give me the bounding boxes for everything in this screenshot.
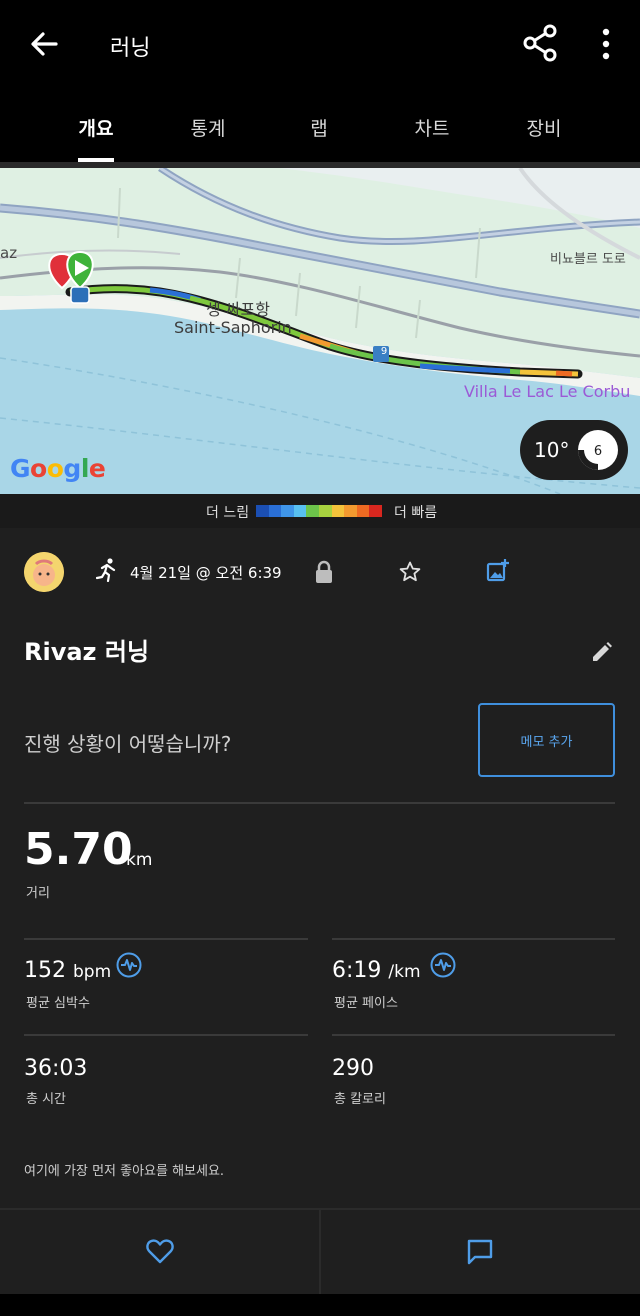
pace-color-swatch <box>356 505 370 517</box>
map-label-edge: az <box>0 244 18 262</box>
tab-laps[interactable]: 랩 <box>279 114 359 141</box>
pace-color-swatch <box>256 505 269 517</box>
heart-rate-unit: bpm <box>73 962 112 982</box>
back-arrow-icon[interactable] <box>26 26 62 62</box>
map-label-road: 비뇨블르 도로 <box>550 252 626 267</box>
pace-color-swatch <box>281 505 294 517</box>
pace-color-swatch <box>268 505 282 517</box>
tab-bar: 개요 통계 랩 차트 장비 <box>0 88 640 162</box>
divider <box>24 938 308 940</box>
pace-color-swatch <box>331 505 345 517</box>
pace-color-scale <box>256 505 382 517</box>
tab-gear[interactable]: 장비 <box>504 114 584 141</box>
pulse-icon[interactable] <box>430 952 456 978</box>
activity-title: Rivaz 러닝 <box>24 638 150 666</box>
temperature: 10° <box>534 438 570 462</box>
google-logo: Google <box>10 454 106 483</box>
pace-label: 평균 페이스 <box>334 996 398 1011</box>
activity-date: 4월 21일 @ 오전 6:39 <box>130 564 282 582</box>
pace-color-swatch <box>306 505 319 517</box>
pencil-icon[interactable] <box>590 640 614 664</box>
pace-color-swatch <box>318 505 332 517</box>
pace-color-swatch <box>369 505 382 517</box>
divider <box>24 802 615 804</box>
heart-rate-stat: 152 bpm <box>24 958 111 983</box>
route-map[interactable]: az 비뇨블르 도로 셍 싸포항 Saint-Saphorin 9 Villa … <box>0 168 640 494</box>
tab-stats[interactable]: 통계 <box>168 114 248 141</box>
heart-rate-label: 평균 심박수 <box>26 996 90 1011</box>
pace-stat: 6:19 /km <box>332 958 421 983</box>
map-route-number: 9 <box>380 346 388 357</box>
star-icon[interactable] <box>398 560 422 584</box>
tab-charts[interactable]: 차트 <box>392 114 472 141</box>
pace-color-swatch <box>293 505 307 517</box>
total-time-label: 총 시간 <box>26 1092 67 1107</box>
system-nav-bar <box>0 1294 640 1316</box>
heart-rate-value: 152 <box>24 958 66 983</box>
distance-label: 거리 <box>26 886 50 901</box>
pulse-icon[interactable] <box>116 952 142 978</box>
comment-icon[interactable] <box>466 1238 494 1266</box>
divider <box>319 1210 321 1296</box>
total-time-value: 36:03 <box>24 1056 88 1081</box>
like-prompt: 여기에 가장 먼저 좋아요를 해보세요. <box>24 1164 225 1179</box>
add-memo-button[interactable]: 메모 추가 <box>478 703 615 777</box>
top-app-bar: 러닝 <box>0 0 640 88</box>
pace-color-swatch <box>344 505 357 517</box>
calories-value: 290 <box>332 1056 374 1081</box>
share-icon[interactable] <box>522 24 558 62</box>
lock-icon[interactable] <box>314 560 334 584</box>
add-photo-icon[interactable] <box>486 558 510 584</box>
map-label-place: Saint-Saphorin <box>174 318 292 337</box>
pace-value: 6:19 <box>332 958 382 983</box>
more-vertical-icon[interactable] <box>594 26 618 62</box>
legend-fast-label: 더 빠름 <box>394 505 438 521</box>
divider <box>332 938 615 940</box>
divider <box>24 1034 308 1036</box>
pace-legend: 더 느림 더 빠름 <box>0 494 640 528</box>
divider <box>332 1034 615 1036</box>
wind-speed: 6 <box>594 444 602 459</box>
avatar[interactable] <box>24 552 64 592</box>
distance-unit: km <box>126 850 153 870</box>
progress-prompt: 진행 상황이 어떻습니까? <box>24 732 232 756</box>
running-icon <box>96 558 116 582</box>
tab-overview[interactable]: 개요 <box>56 114 136 141</box>
heart-icon[interactable] <box>146 1238 174 1264</box>
bottom-action-bar <box>0 1208 640 1296</box>
distance-value: 5.70 <box>24 824 133 875</box>
wind-gauge-icon: 6 <box>578 430 618 470</box>
activity-summary: 4월 21일 @ 오전 6:39 Rivaz 러닝 진행 상황이 어떻습니까? … <box>0 528 640 1208</box>
weather-badge: 10° 6 <box>520 420 628 480</box>
calories-label: 총 칼로리 <box>334 1092 386 1107</box>
pace-unit: /km <box>388 962 421 982</box>
legend-slow-label: 더 느림 <box>206 505 250 521</box>
map-label-place-kr: 셍 싸포항 <box>206 300 270 319</box>
map-label-villa: Villa Le Lac Le Corbu <box>464 382 631 401</box>
page-title: 러닝 <box>110 36 151 61</box>
